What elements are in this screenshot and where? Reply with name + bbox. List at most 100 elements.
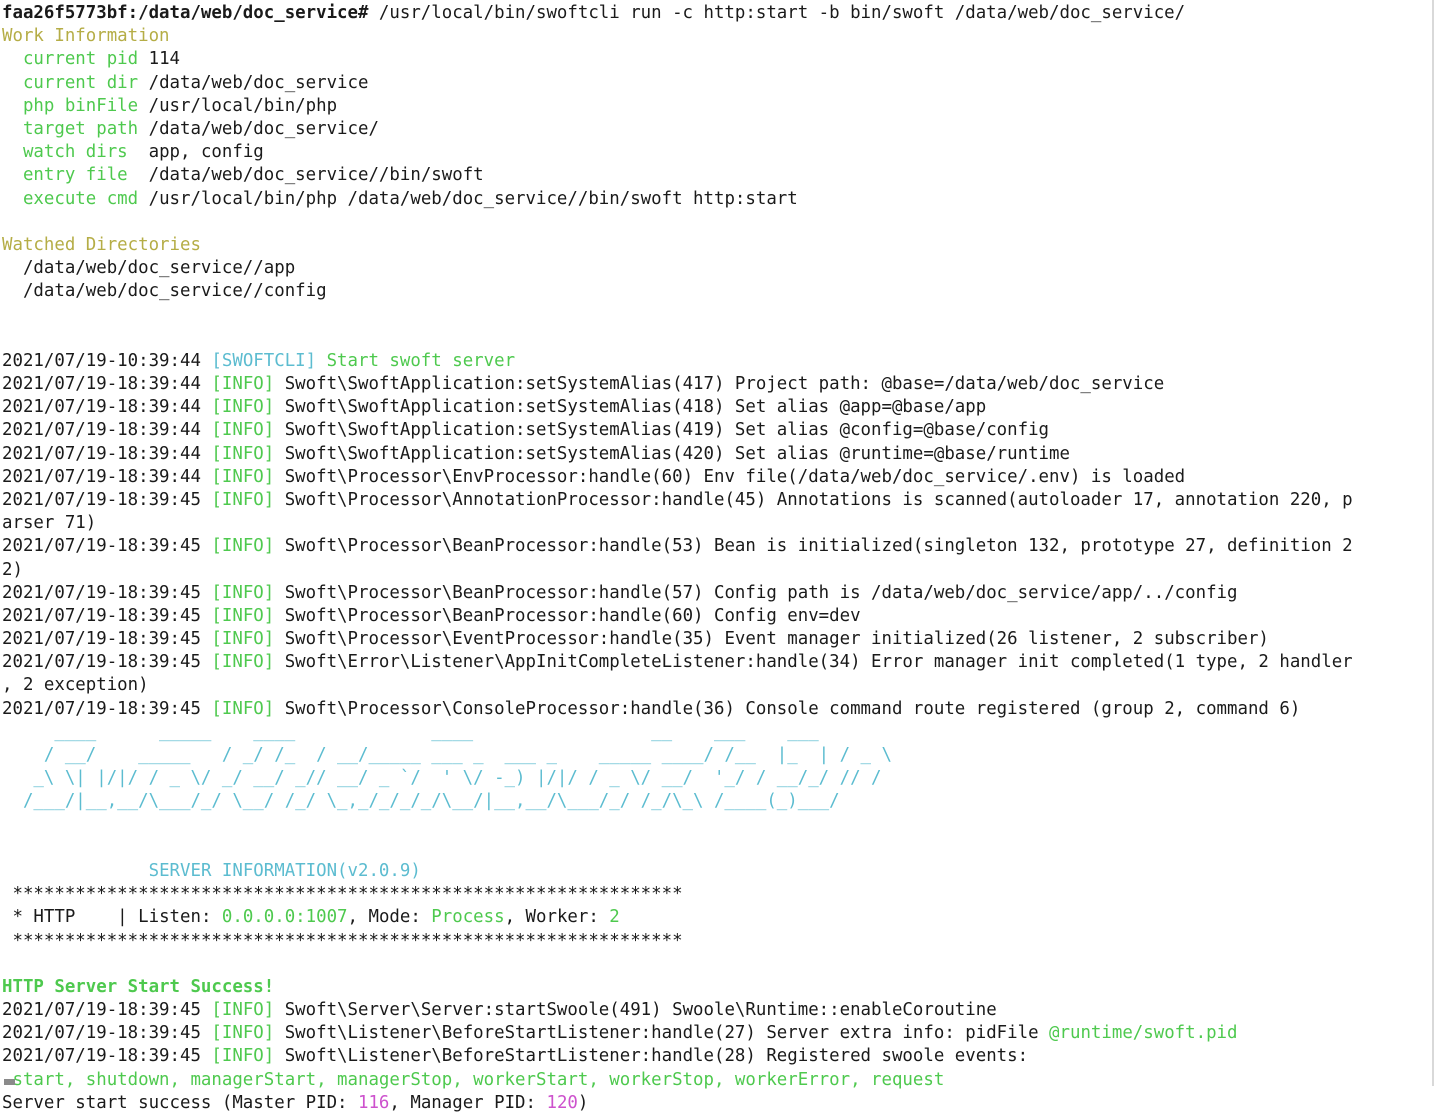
divider-indent bbox=[2, 884, 12, 904]
work-info-value: /data/web/doc_service/ bbox=[148, 118, 379, 139]
final-prefix: Server start success (Master PID: bbox=[2, 1092, 358, 1113]
log-timestamp: 2021/07/19-18:39:44 bbox=[2, 466, 212, 487]
work-info-row: php binFile /usr/local/bin/php bbox=[2, 95, 1432, 118]
work-info-row: execute cmd /usr/local/bin/php /data/web… bbox=[2, 188, 1432, 211]
log-line-wrap: 2) bbox=[2, 559, 1432, 582]
log-tag: [INFO] bbox=[211, 698, 275, 719]
log-tag: [SWOFTCLI] bbox=[211, 350, 317, 371]
work-info-row: target path /data/web/doc_service/ bbox=[2, 118, 1432, 141]
log-line: 2021/07/19-18:39:45 [INFO] Swoft\Process… bbox=[2, 535, 1432, 558]
log-tag: [INFO] bbox=[211, 420, 275, 441]
log-timestamp: 2021/07/19-18:39:45 bbox=[2, 1023, 212, 1044]
log-message: Swoft\Processor\BeanProcessor:handle(53)… bbox=[274, 536, 1353, 557]
ascii-art-line: /___/|__,__/\___/_/ \__/ /_/ \_,_/_/_/_/… bbox=[2, 791, 840, 812]
log-timestamp: 2021/07/19-18:39:45 bbox=[2, 1046, 212, 1067]
log-timestamp: 2021/07/19-18:39:45 bbox=[2, 605, 212, 626]
log-timestamp: 2021/07/19-18:39:45 bbox=[2, 489, 212, 510]
server-info-indent bbox=[2, 861, 149, 881]
manager-pid: 120 bbox=[546, 1092, 578, 1113]
log-message-wrap: , 2 exception) bbox=[2, 675, 149, 696]
log-timestamp: 2021/07/19-18:39:44 bbox=[2, 397, 212, 418]
log-timestamp: 2021/07/19-18:39:45 bbox=[2, 698, 212, 719]
log-line: 2021/07/19-18:39:44 [INFO] Swoft\SwoftAp… bbox=[2, 373, 1432, 396]
server-information-title-line: SERVER INFORMATION(v2.0.9) bbox=[2, 860, 1432, 883]
work-info-value: 114 bbox=[148, 49, 181, 70]
ascii-art-line: ____ _____ ____ ____ __ ___ ___ bbox=[2, 721, 819, 742]
prompt-command: /usr/local/bin/swoftcli run -c http:star… bbox=[368, 3, 1186, 23]
work-info-label: watch dirs bbox=[2, 142, 149, 163]
terminal-window[interactable]: faa26f5773bf:/data/web/doc_service# /usr… bbox=[0, 0, 1434, 1113]
log-timestamp: 2021/07/19-18:39:45 bbox=[2, 536, 212, 557]
success-banner-text: HTTP Server Start Success! bbox=[2, 976, 275, 997]
registered-events-text: start, shutdown, managerStart, managerSt… bbox=[2, 1069, 945, 1090]
log-tag: [INFO] bbox=[211, 397, 275, 418]
log-line: 2021/07/19-18:39:44 [INFO] Swoft\SwoftAp… bbox=[2, 443, 1432, 466]
log-message: Swoft\SwoftApplication:setSystemAlias(41… bbox=[274, 374, 1165, 394]
log-message: Swoft\Listener\BeforeStartListener:handl… bbox=[274, 1023, 1050, 1044]
server-info-mode: Process bbox=[431, 907, 505, 928]
log-tag: [INFO] bbox=[211, 374, 275, 394]
server-info-divider: ****************************************… bbox=[2, 930, 1432, 953]
work-info-label: target path bbox=[2, 118, 149, 139]
log-timestamp: 2021/07/19-18:39:44 bbox=[2, 420, 212, 441]
work-info-value: /usr/local/bin/php /data/web/doc_service… bbox=[148, 188, 798, 209]
log-line: 2021/07/19-18:39:45 [INFO] Swoft\Listene… bbox=[2, 1045, 1432, 1068]
work-info-row: current pid 114 bbox=[2, 48, 1432, 71]
server-info-worker: 2 bbox=[609, 907, 620, 928]
log-line-wrap: arser 71) bbox=[2, 512, 1432, 535]
master-pid: 116 bbox=[357, 1092, 390, 1113]
log-line: 2021/07/19-18:39:45 [INFO] Swoft\Process… bbox=[2, 582, 1432, 605]
work-info-label: execute cmd bbox=[2, 188, 149, 209]
divider-stars: ****************************************… bbox=[12, 884, 683, 905]
log-tag: [INFO] bbox=[211, 443, 275, 464]
row-indent bbox=[2, 907, 12, 927]
prompt-host-path: faa26f5773bf:/data/web/doc_service# bbox=[2, 3, 369, 23]
log-line: 2021/07/19-18:39:45 [INFO] Swoft\Error\L… bbox=[2, 651, 1432, 674]
work-info-value: /usr/local/bin/php bbox=[148, 95, 338, 116]
server-info-prefix: * HTTP | Listen: bbox=[12, 907, 222, 928]
log-tag: [INFO] bbox=[211, 1046, 275, 1067]
log-message: Swoft\SwoftApplication:setSystemAlias(42… bbox=[274, 443, 1070, 464]
log-tag: [INFO] bbox=[211, 1000, 275, 1021]
log-tag: [INFO] bbox=[211, 536, 275, 557]
log-line: 2021/07/19-18:39:45 [INFO] Swoft\Process… bbox=[2, 605, 1432, 628]
log-line: 2021/07/19-18:39:45 [INFO] Swoft\Listene… bbox=[2, 1022, 1432, 1045]
log-tag: [INFO] bbox=[211, 1023, 275, 1044]
log-tag: [INFO] bbox=[211, 466, 275, 487]
work-info-value: app, config bbox=[148, 142, 264, 163]
work-info-row: watch dirs app, config bbox=[2, 141, 1432, 164]
log-timestamp: 2021/07/19-18:39:45 bbox=[2, 582, 212, 603]
log-tag: [INFO] bbox=[211, 582, 275, 603]
work-info-value: /data/web/doc_service//bin/swoft bbox=[148, 165, 484, 186]
log-timestamp: 2021/07/19-18:39:44 bbox=[2, 443, 212, 464]
log-message-wrap: arser 71) bbox=[2, 513, 97, 534]
divider-stars: ****************************************… bbox=[12, 930, 683, 951]
log-message: Swoft\Error\Listener\AppInitCompleteList… bbox=[274, 652, 1353, 673]
server-info-row: * HTTP | Listen: 0.0.0.0:1007, Mode: Pro… bbox=[2, 906, 1432, 929]
log-message: Swoft\SwoftApplication:setSystemAlias(41… bbox=[274, 420, 1050, 441]
work-info-row: current dir /data/web/doc_service bbox=[2, 72, 1432, 95]
log-message: Swoft\Processor\BeanProcessor:handle(60)… bbox=[274, 605, 861, 626]
success-banner: HTTP Server Start Success! bbox=[2, 976, 1432, 999]
log-message: Swoft\Processor\BeanProcessor:handle(57)… bbox=[274, 582, 1238, 603]
log-message: Swoft\Processor\ConsoleProcessor:handle(… bbox=[274, 698, 1301, 719]
log-timestamp: 2021/07/19-18:39:45 bbox=[2, 629, 212, 650]
server-info-mid: , Mode: bbox=[347, 907, 432, 928]
log-line: 2021/07/19-10:39:44 [SWOFTCLI] Start swo… bbox=[2, 350, 1432, 373]
divider-indent bbox=[2, 931, 12, 951]
work-information-heading: Work Information bbox=[2, 25, 1432, 48]
log-line-wrap: , 2 exception) bbox=[2, 674, 1432, 697]
log-message: Swoft\SwoftApplication:setSystemAlias(41… bbox=[274, 397, 987, 418]
log-tag: [INFO] bbox=[211, 629, 275, 650]
final-status-line: Server start success (Master PID: 116, M… bbox=[2, 1092, 1432, 1115]
work-information-heading-text: Work Information bbox=[2, 26, 170, 47]
work-info-value: /data/web/doc_service bbox=[148, 72, 369, 93]
log-line: 2021/07/19-18:39:45 [INFO] Swoft\Process… bbox=[2, 698, 1432, 721]
final-mid: , Manager PID: bbox=[389, 1092, 547, 1113]
